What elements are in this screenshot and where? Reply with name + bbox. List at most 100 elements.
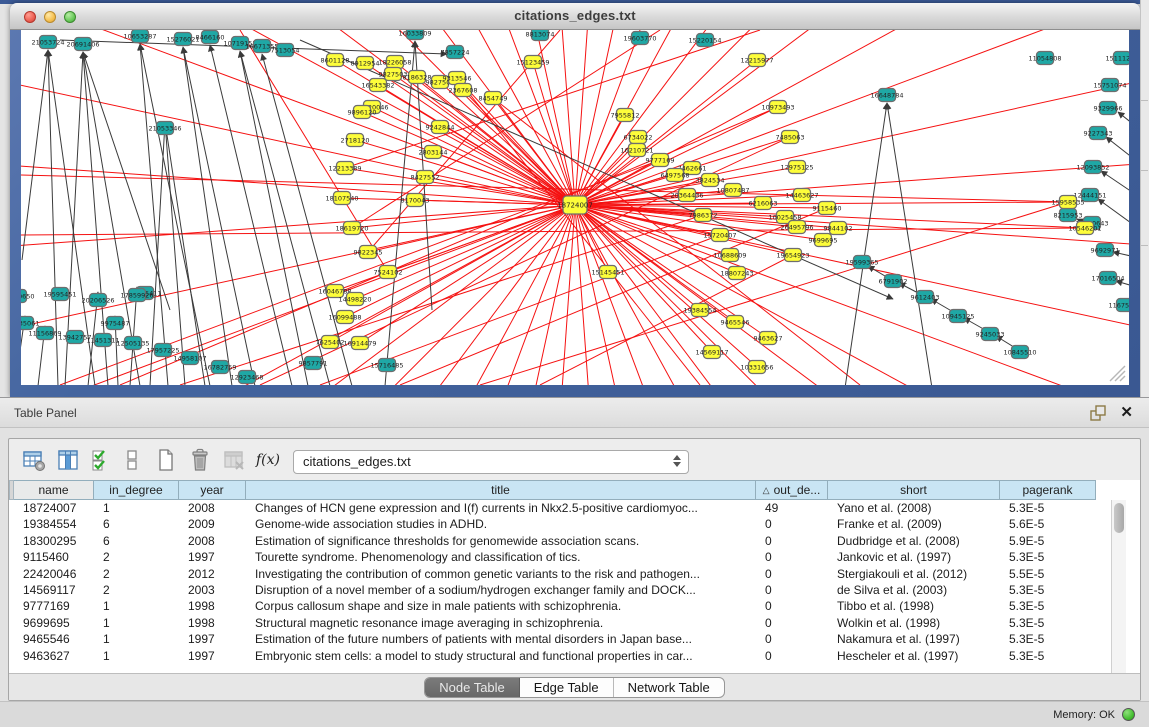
graph-node[interactable]: 18724007: [557, 196, 593, 214]
cell-short[interactable]: Franke et al. (2009): [828, 516, 1000, 532]
cell-out_de[interactable]: 0: [756, 516, 828, 532]
cell-short[interactable]: Wolkin et al. (1998): [828, 615, 1000, 631]
cell-out_de[interactable]: 0: [756, 533, 828, 549]
graph-node[interactable]: 12213389: [328, 162, 361, 175]
cell-pagerank[interactable]: 5.9E-5: [1000, 533, 1096, 549]
graph-node[interactable]: 9699695: [809, 234, 838, 247]
cell-year[interactable]: 1997: [179, 631, 246, 647]
cell-title[interactable]: Structural magnetic resonance image aver…: [246, 615, 756, 631]
tab-edge-table[interactable]: Edge Table: [520, 678, 614, 697]
cell-title[interactable]: Tourette syndrome. Phenomenology and cla…: [246, 549, 756, 565]
graph-node[interactable]: 15716485: [370, 359, 403, 372]
cell-out_de[interactable]: 0: [756, 631, 828, 647]
graph-node[interactable]: 9227343: [1084, 127, 1113, 140]
cell-out_de[interactable]: 49: [756, 500, 828, 516]
cell-pagerank[interactable]: 5.3E-5: [1000, 631, 1096, 647]
graph-node[interactable]: 25160650: [21, 290, 35, 303]
graph-node[interactable]: 15958535: [1051, 196, 1084, 209]
cell-year[interactable]: 2012: [179, 566, 246, 582]
table-row[interactable]: 977716911998Corpus callosum shape and si…: [9, 598, 1101, 614]
graph-node[interactable]: 9465546: [721, 316, 750, 329]
table-row[interactable]: 2242004622012Investigating the contribut…: [9, 566, 1101, 582]
graph-node[interactable]: 9975487: [101, 317, 130, 330]
cell-short[interactable]: Nakamura et al. (1997): [828, 631, 1000, 647]
cell-year[interactable]: 2009: [179, 516, 246, 532]
graph-node[interactable]: 21053724: [31, 36, 64, 49]
table-row[interactable]: 1830029562008Estimation of significance …: [9, 533, 1101, 549]
graph-node[interactable]: 2718120: [341, 134, 370, 147]
graph-node[interactable]: 7857224: [441, 46, 470, 59]
cell-year[interactable]: 2008: [179, 533, 246, 549]
cell-name[interactable]: 9115460: [14, 549, 94, 565]
graph-node[interactable]: 10945125: [941, 310, 974, 323]
graph-node[interactable]: 9463627: [754, 332, 783, 345]
graph-node[interactable]: 12975125: [780, 161, 813, 174]
graph-node[interactable]: 11675335: [1108, 299, 1129, 312]
graph-node[interactable]: 8912954: [351, 57, 380, 70]
cell-in_degree[interactable]: 1: [94, 648, 179, 664]
graph-node[interactable]: 15111234: [1105, 52, 1129, 65]
graph-node[interactable]: 19654923: [776, 249, 809, 262]
cell-in_degree[interactable]: 1: [94, 598, 179, 614]
cell-pagerank[interactable]: 5.3E-5: [1000, 582, 1096, 598]
cell-title[interactable]: Embryonic stem cells: a model to study s…: [246, 648, 756, 664]
cell-title[interactable]: Estimation of the future numbers of pati…: [246, 631, 756, 647]
cell-year[interactable]: 1997: [179, 549, 246, 565]
new-table-button[interactable]: [153, 447, 179, 473]
cell-name[interactable]: 18300295: [14, 533, 94, 549]
column-header-in_degree[interactable]: in_degree: [94, 480, 179, 500]
graph-node[interactable]: 7955812: [611, 109, 640, 122]
graph-node[interactable]: 20206526: [81, 294, 114, 307]
table-settings-button[interactable]: [21, 447, 47, 473]
table-row[interactable]: 1872400712008Changes of HCN gene express…: [9, 500, 1101, 516]
graph-node[interactable]: 16543382: [361, 79, 394, 92]
graph-node[interactable]: 10688609: [713, 249, 746, 262]
cell-short[interactable]: de Silva et al. (2003): [828, 582, 1000, 598]
table-selector-dropdown[interactable]: citations_edges.txt: [293, 450, 689, 474]
cell-name[interactable]: 19384554: [14, 516, 94, 532]
cell-short[interactable]: Dudbridge et al. (2008): [828, 533, 1000, 549]
cell-name[interactable]: 22420046: [14, 566, 94, 582]
graph-node[interactable]: 10845510: [1003, 346, 1036, 359]
close-panel-icon[interactable]: ✕: [1120, 403, 1133, 421]
graph-node[interactable]: 8454749: [479, 92, 508, 105]
graph-node[interactable]: 9857791: [299, 357, 328, 370]
graph-node[interactable]: 12923468: [230, 371, 263, 384]
graph-node[interactable]: 19595451: [43, 288, 76, 301]
graph-node[interactable]: 20691406: [66, 38, 99, 51]
network-canvas[interactable]: 2105372420691406106532871527602184661601…: [21, 30, 1129, 385]
cell-pagerank[interactable]: 5.3E-5: [1000, 598, 1096, 614]
cell-name[interactable]: 14569117: [14, 582, 94, 598]
cell-pagerank[interactable]: 5.3E-5: [1000, 500, 1096, 516]
vertical-scrollbar[interactable]: [1111, 500, 1126, 673]
cell-in_degree[interactable]: 6: [94, 516, 179, 532]
cell-name[interactable]: 18724007: [14, 500, 94, 516]
cell-year[interactable]: 2008: [179, 500, 246, 516]
cell-pagerank[interactable]: 5.6E-5: [1000, 516, 1096, 532]
graph-node[interactable]: 6734022: [624, 131, 653, 144]
column-header-short[interactable]: short: [828, 480, 1000, 500]
graph-node[interactable]: 16914479: [343, 337, 376, 350]
graph-node[interactable]: 8813074: [526, 30, 555, 41]
graph-node[interactable]: 18226058: [378, 56, 411, 69]
function-builder-button[interactable]: f(x): [255, 447, 281, 473]
cell-out_de[interactable]: 0: [756, 615, 828, 631]
graph-node[interactable]: 16099488: [328, 311, 361, 324]
cell-in_degree[interactable]: 6: [94, 533, 179, 549]
cell-out_de[interactable]: 0: [756, 566, 828, 582]
tab-node-table[interactable]: Node Table: [425, 678, 520, 697]
column-header-year[interactable]: year: [179, 480, 246, 500]
column-header-name[interactable]: name: [14, 480, 94, 500]
cell-in_degree[interactable]: 2: [94, 549, 179, 565]
cell-short[interactable]: Hescheler et al. (1997): [828, 648, 1000, 664]
cell-title[interactable]: Investigating the contribution of common…: [246, 566, 756, 582]
graph-node[interactable]: 14498220: [338, 293, 371, 306]
cell-year[interactable]: 1998: [179, 598, 246, 614]
cell-in_degree[interactable]: 1: [94, 631, 179, 647]
cell-in_degree[interactable]: 2: [94, 582, 179, 598]
cell-short[interactable]: Yano et al. (2008): [828, 500, 1000, 516]
cell-out_de[interactable]: 0: [756, 549, 828, 565]
graph-node[interactable]: 16782759: [203, 361, 236, 374]
graph-node[interactable]: 14569117: [695, 346, 728, 359]
graph-node[interactable]: 26495796: [780, 221, 813, 234]
